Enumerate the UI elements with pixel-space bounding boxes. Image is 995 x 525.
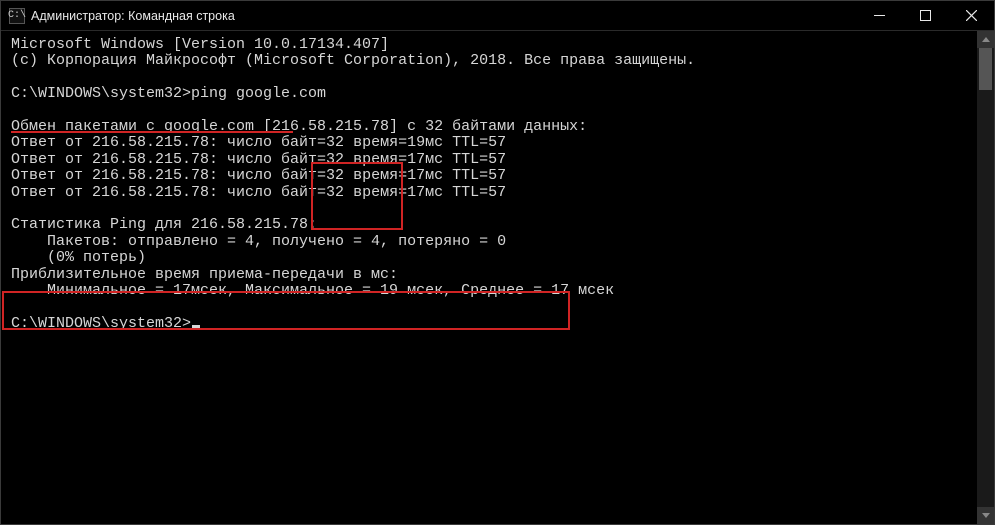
client-area: Microsoft Windows [Version 10.0.17134.40… xyxy=(1,31,994,524)
minimize-button[interactable] xyxy=(856,1,902,30)
annotation-box-times xyxy=(311,162,403,230)
reply-1-prefix: Ответ от 216.58.215.78: число байт=32 xyxy=(11,151,353,168)
close-button[interactable] xyxy=(948,1,994,30)
cmd-icon: C:\ xyxy=(9,8,25,24)
stats-packets: Пакетов: отправлено = 4, получено = 4, п… xyxy=(11,233,506,250)
annotation-box-rtt xyxy=(2,291,570,330)
prompt-1-command: ping google.com xyxy=(191,85,326,102)
vertical-scrollbar[interactable] xyxy=(977,31,994,524)
stats-header: Статистика Ping для 216.58.215.78: xyxy=(11,216,317,233)
reply-0-prefix: Ответ от 216.58.215.78: число байт=32 xyxy=(11,134,353,151)
reply-2-suffix: TTL=57 xyxy=(443,167,506,184)
version-line: Microsoft Windows [Version 10.0.17134.40… xyxy=(11,36,389,53)
reply-1-suffix: TTL=57 xyxy=(443,151,506,168)
window-controls xyxy=(856,1,994,30)
maximize-button[interactable] xyxy=(902,1,948,30)
titlebar[interactable]: C:\ Администратор: Командная строка xyxy=(1,1,994,31)
console-output[interactable]: Microsoft Windows [Version 10.0.17134.40… xyxy=(1,31,977,524)
command-prompt-window: C:\ Администратор: Командная строка Micr… xyxy=(0,0,995,525)
rtt-header: Приблизительное время приема-передачи в … xyxy=(11,266,398,283)
reply-0-suffix: TTL=57 xyxy=(443,134,506,151)
reply-2-prefix: Ответ от 216.58.215.78: число байт=32 xyxy=(11,167,353,184)
reply-3-prefix: Ответ от 216.58.215.78: число байт=32 xyxy=(11,184,353,201)
scrollbar-thumb[interactable] xyxy=(979,48,992,90)
scrollbar-down-button[interactable] xyxy=(977,507,994,524)
prompt-1-prefix: C:\WINDOWS\system32> xyxy=(11,85,191,102)
stats-loss: (0% потерь) xyxy=(11,249,146,266)
copyright-line: (c) Корпорация Майкрософт (Microsoft Cor… xyxy=(11,52,695,69)
reply-3-suffix: TTL=57 xyxy=(443,184,506,201)
window-title: Администратор: Командная строка xyxy=(31,9,856,23)
annotation-underline-command xyxy=(11,131,293,133)
reply-0-time: время=19мс xyxy=(353,134,443,151)
scrollbar-up-button[interactable] xyxy=(977,31,994,48)
